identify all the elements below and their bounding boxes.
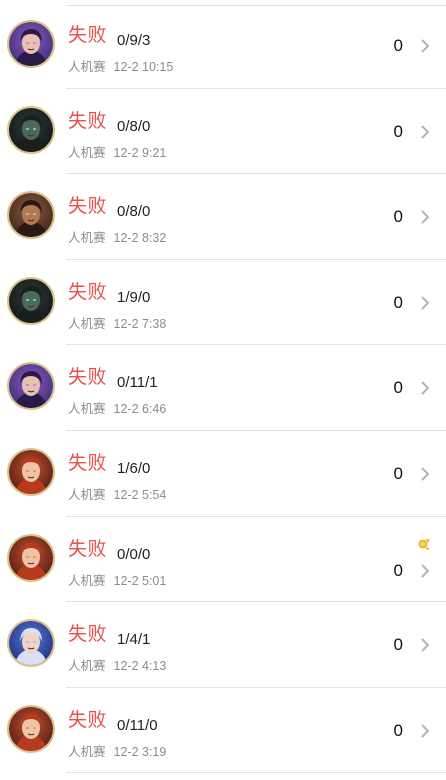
match-meta: 人机赛 12-2 9:21 <box>68 145 166 161</box>
kda-stat: 0/9/3 <box>117 32 151 49</box>
match-time: 12-2 9:21 <box>113 145 167 160</box>
match-result: 失败 <box>68 110 108 132</box>
match-result: 失败 <box>68 281 108 303</box>
match-time: 12-2 7:38 <box>113 316 167 331</box>
champion-avatar <box>7 619 55 668</box>
match-meta: 人机赛 12-2 5:01 <box>68 573 166 589</box>
match-meta: 人机赛 12-2 8:32 <box>68 230 166 246</box>
match-result: 失败 <box>68 538 108 560</box>
match-result: 失败 <box>68 709 108 731</box>
game-mode: 人机赛 <box>68 316 106 331</box>
match-row[interactable]: 失败 1/4/1 人机赛 12-2 4:13 0 <box>0 602 446 688</box>
match-meta: 人机赛 12-2 3:19 <box>68 744 166 760</box>
chevron-right-icon <box>421 125 429 139</box>
game-mode: 人机赛 <box>68 573 106 588</box>
match-time: 12-2 8:32 <box>113 231 167 246</box>
match-score: 0 <box>393 207 403 227</box>
match-result: 失败 <box>68 624 108 646</box>
chevron-right-icon <box>421 724 429 738</box>
chevron-right-icon <box>421 467 429 481</box>
game-mode: 人机赛 <box>68 659 106 674</box>
match-row[interactable]: 失败 0/11/1 人机赛 12-2 6:46 0 <box>0 345 446 431</box>
match-time: 12-2 6:46 <box>113 402 167 417</box>
champion-avatar <box>7 704 55 753</box>
match-score: 0 <box>393 463 403 483</box>
match-meta: 人机赛 12-2 6:46 <box>68 401 166 417</box>
match-meta: 人机赛 12-2 10:15 <box>68 59 173 75</box>
kda-stat: 1/9/0 <box>117 288 151 306</box>
match-row[interactable]: 失败 0/8/0 人机赛 12-2 9:21 0 <box>0 89 446 175</box>
match-time: 12-2 5:54 <box>113 487 167 502</box>
match-score: 0 <box>393 560 403 580</box>
kda-stat: 1/4/1 <box>117 631 151 649</box>
champion-avatar <box>7 105 55 154</box>
match-row[interactable]: 失败 0/8/0 人机赛 12-2 8:32 0 <box>0 174 446 260</box>
match-result: 失败 <box>68 25 108 46</box>
match-row[interactable]: 失败 0/9/3 人机赛 12-2 10:15 0 <box>0 3 446 89</box>
match-meta: 人机赛 12-2 7:38 <box>68 316 166 332</box>
match-score: 0 <box>393 635 403 655</box>
match-result: 失败 <box>68 452 108 474</box>
champion-avatar <box>7 276 55 325</box>
match-time: 12-2 5:01 <box>113 573 167 588</box>
match-score: 0 <box>393 378 403 398</box>
match-score: 0 <box>393 292 403 312</box>
match-meta: 人机赛 12-2 4:13 <box>68 658 166 674</box>
kda-stat: 0/11/1 <box>117 374 158 392</box>
match-row[interactable]: 失败 0/0/0 人机赛 12-2 5:01 0 <box>0 517 446 603</box>
game-mode: 人机赛 <box>68 487 106 502</box>
match-score: 0 <box>393 720 403 740</box>
game-mode: 人机赛 <box>68 231 106 246</box>
match-history-list: 失败 0/9/3 人机赛 12-2 10:15 0 失败 0/8/0 人机赛 12-… <box>0 3 446 773</box>
kda-stat: 0/0/0 <box>117 545 151 563</box>
match-time: 12-2 3:19 <box>113 744 167 759</box>
game-mode: 人机赛 <box>68 744 106 759</box>
match-result: 失败 <box>68 196 108 218</box>
match-time: 12-2 10:15 <box>113 60 174 74</box>
champion-avatar <box>7 20 55 68</box>
chevron-right-icon <box>421 210 429 224</box>
match-score: 0 <box>393 36 403 55</box>
champion-avatar <box>7 362 55 411</box>
champion-avatar <box>7 191 55 240</box>
kda-stat: 0/8/0 <box>117 117 151 135</box>
match-row[interactable]: 失败 1/6/0 人机赛 12-2 5:54 0 <box>0 431 446 517</box>
match-row[interactable]: 失败 0/11/0 人机赛 12-2 3:19 0 <box>0 688 446 774</box>
chevron-right-icon <box>421 39 429 53</box>
game-mode: 人机赛 <box>68 60 106 74</box>
kda-stat: 0/11/0 <box>117 716 158 734</box>
chevron-right-icon <box>421 296 429 310</box>
match-time: 12-2 4:13 <box>113 659 167 674</box>
chevron-right-icon <box>421 381 429 395</box>
match-row[interactable]: 失败 1/9/0 人机赛 12-2 7:38 0 <box>0 260 446 346</box>
game-mode: 人机赛 <box>68 145 106 160</box>
chevron-right-icon <box>421 564 429 578</box>
match-meta: 人机赛 12-2 5:54 <box>68 487 166 503</box>
champion-avatar <box>7 447 55 496</box>
medal-icon <box>418 538 430 550</box>
kda-stat: 1/6/0 <box>117 459 151 477</box>
champion-avatar <box>7 533 55 582</box>
match-result: 失败 <box>68 367 108 389</box>
match-score: 0 <box>393 121 403 141</box>
kda-stat: 0/8/0 <box>117 203 151 221</box>
chevron-right-icon <box>421 638 429 652</box>
game-mode: 人机赛 <box>68 402 106 417</box>
